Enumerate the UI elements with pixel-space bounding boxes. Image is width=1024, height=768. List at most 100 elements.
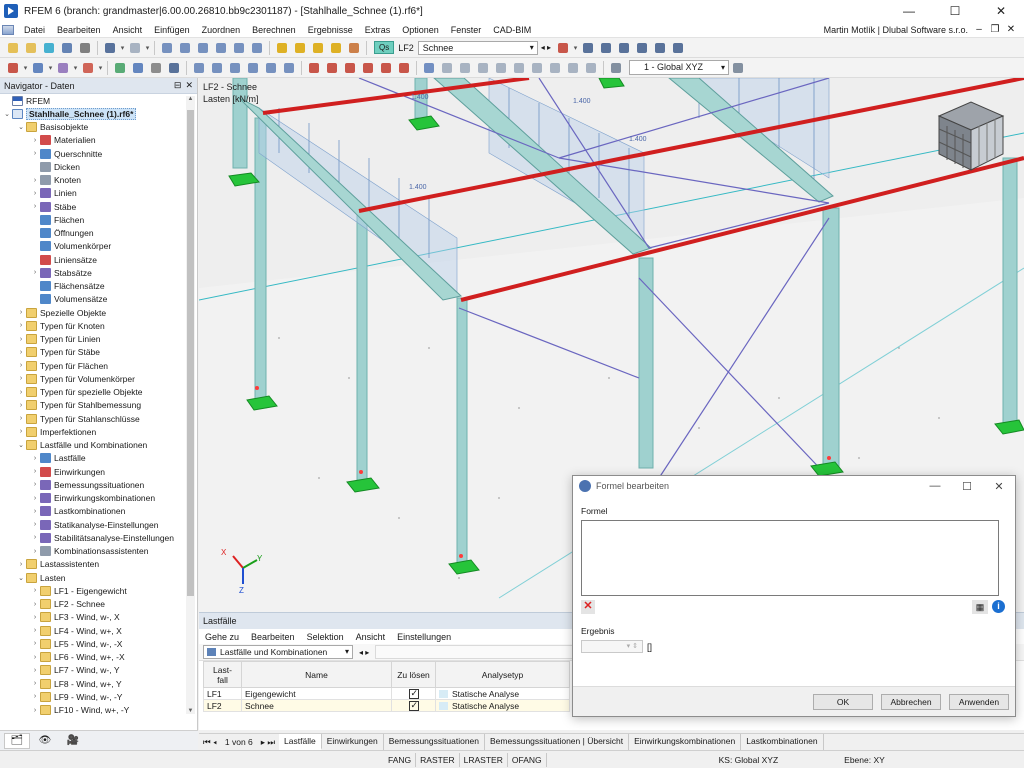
member-tool-icon[interactable] xyxy=(55,60,71,76)
expand-chevron-icon[interactable]: › xyxy=(30,627,40,634)
show-hide-icon[interactable] xyxy=(616,40,632,56)
expand-chevron-icon[interactable]: › xyxy=(30,693,40,700)
tree-item[interactable]: › Einwirkungen xyxy=(0,465,186,478)
expand-chevron-icon[interactable]: › xyxy=(30,508,40,515)
table-row[interactable]: LF2 Schnee Statische Analyse xyxy=(203,699,570,712)
extrude-tool-icon[interactable] xyxy=(281,60,297,76)
tree-item[interactable]: › LF4 - Wind, w+, X xyxy=(0,624,186,637)
render-solid-icon[interactable] xyxy=(547,60,563,76)
tree-item[interactable]: › Materialien xyxy=(0,134,186,147)
maximize-button[interactable]: ☐ xyxy=(932,0,978,22)
tab-bemessungssituationen[interactable]: Bemessungssituationen xyxy=(384,734,486,750)
panel-menu-einstellungen[interactable]: Einstellungen xyxy=(391,632,457,642)
navigator-close-button[interactable]: ✕ xyxy=(185,80,193,91)
rotate-tool-icon[interactable] xyxy=(209,60,225,76)
dialog-minimize-button[interactable]: — xyxy=(919,480,951,493)
expand-chevron-icon[interactable]: › xyxy=(16,402,26,409)
close-button[interactable]: ✕ xyxy=(978,0,1024,22)
report-icon[interactable] xyxy=(346,40,362,56)
grid-icon[interactable] xyxy=(730,60,746,76)
menu-ergebnisse[interactable]: Ergebnisse xyxy=(302,25,359,35)
view-xxx-icon[interactable] xyxy=(634,40,650,56)
table-tool-icon[interactable] xyxy=(166,60,182,76)
coordinate-system-select[interactable]: 1 - Global XYZ xyxy=(629,60,729,75)
menu-fenster[interactable]: Fenster xyxy=(445,25,488,35)
calculate-icon[interactable] xyxy=(274,40,290,56)
tree-item[interactable]: ⌄ Stahlhalle_Schnee (1).rf6* xyxy=(0,107,186,120)
expand-chevron-icon[interactable]: › xyxy=(30,534,40,541)
expand-chevron-icon[interactable]: ⌄ xyxy=(16,123,26,131)
tree-item[interactable]: › Typen für Linien xyxy=(0,333,186,346)
tree-item[interactable]: › Imperfektionen xyxy=(0,425,186,438)
tree-item[interactable]: › Knoten xyxy=(0,174,186,187)
tree-item[interactable]: › LF7 - Wind, w-, Y xyxy=(0,664,186,677)
load-solid-icon[interactable] xyxy=(378,60,394,76)
mirror-tool-icon[interactable] xyxy=(227,60,243,76)
tree-item[interactable]: › LF1 - Eigengewicht xyxy=(0,584,186,597)
window-layout-1-icon[interactable] xyxy=(159,40,175,56)
ok-button[interactable]: OK xyxy=(813,693,873,710)
cell-solve[interactable] xyxy=(391,687,436,700)
navigator-display-tab-icon[interactable]: 👁 xyxy=(32,733,58,749)
project-tool-icon[interactable] xyxy=(263,60,279,76)
mdi-close-button[interactable]: ✕ xyxy=(1004,24,1018,35)
menu-einfuegen[interactable]: Einfügen xyxy=(148,25,196,35)
tree-item[interactable]: › Einwirkungskombinationen xyxy=(0,492,186,505)
node-tool-icon[interactable] xyxy=(5,60,21,76)
panel-category-select[interactable]: Lastfälle und Kombinationen xyxy=(203,645,353,659)
tree-item[interactable]: › Lastkombinationen xyxy=(0,505,186,518)
expand-chevron-icon[interactable]: › xyxy=(16,362,26,369)
col-lastfall[interactable]: Last- fall xyxy=(203,661,242,688)
expand-chevron-icon[interactable]: › xyxy=(16,375,26,382)
mdi-restore-button[interactable]: ❐ xyxy=(988,24,1002,35)
tree-item[interactable]: › LF9 - Wind, w-, -Y xyxy=(0,690,186,703)
expand-chevron-icon[interactable]: › xyxy=(16,336,26,343)
menu-zuordnen[interactable]: Zuordnen xyxy=(196,25,247,35)
formula-editor-icon[interactable]: ▦ xyxy=(972,600,988,614)
measure-icon[interactable] xyxy=(608,60,624,76)
expand-chevron-icon[interactable]: › xyxy=(30,150,40,157)
panel-menu-gehe-zu[interactable]: Gehe zu xyxy=(199,632,245,642)
tree-item[interactable]: › Querschnitte xyxy=(0,147,186,160)
tree-item[interactable]: Volumensätze xyxy=(0,293,186,306)
dialog-close-button[interactable]: ✕ xyxy=(983,480,1015,493)
panel-nav-arrows[interactable]: ◂ ▸ xyxy=(353,648,369,657)
table-row[interactable]: LF1 Eigengewicht Statische Analyse xyxy=(203,687,570,700)
result-values-icon[interactable] xyxy=(652,40,668,56)
window-layout-6-icon[interactable] xyxy=(249,40,265,56)
load-line-icon[interactable] xyxy=(342,60,358,76)
tree-item[interactable]: › LF6 - Wind, w+, -X xyxy=(0,651,186,664)
expand-chevron-icon[interactable]: › xyxy=(30,468,40,475)
expand-chevron-icon[interactable]: › xyxy=(30,137,40,144)
undo-icon[interactable] xyxy=(102,40,118,56)
menu-cad-bim[interactable]: CAD-BIM xyxy=(487,25,537,35)
tree-item[interactable]: › Bemessungssituationen xyxy=(0,478,186,491)
line-tool-icon[interactable] xyxy=(30,60,46,76)
tree-item[interactable]: › LF5 - Wind, w-, -X xyxy=(0,637,186,650)
expand-chevron-icon[interactable]: › xyxy=(30,481,40,488)
loadcase-select[interactable]: Schnee xyxy=(417,40,538,55)
open-file-icon[interactable] xyxy=(23,40,39,56)
tree-item[interactable]: ⌄ Basisobjekte xyxy=(0,121,186,134)
load-imposed-icon[interactable] xyxy=(396,60,412,76)
expand-chevron-icon[interactable]: › xyxy=(30,601,40,608)
expand-chevron-icon[interactable]: ⌄ xyxy=(2,110,12,118)
minimize-button[interactable]: — xyxy=(886,0,932,22)
menu-datei[interactable]: Datei xyxy=(18,25,51,35)
line-grid-toggle[interactable]: LRASTER xyxy=(460,752,508,767)
tree-item[interactable]: › Statikanalyse-Einstellungen xyxy=(0,518,186,531)
tree-item[interactable]: › Kombinationsassistenten xyxy=(0,545,186,558)
support-tool-icon[interactable] xyxy=(80,60,96,76)
tree-item[interactable]: ⌄ Lasten xyxy=(0,571,186,584)
col-analysetyp[interactable]: Analysetyp xyxy=(435,661,570,688)
tree-item[interactable]: RFEM xyxy=(0,94,186,107)
tree-item[interactable]: › Linien xyxy=(0,187,186,200)
col-zu-loesen[interactable]: Zu lösen xyxy=(391,661,436,688)
redo-icon[interactable] xyxy=(127,40,143,56)
expand-chevron-icon[interactable]: › xyxy=(16,428,26,435)
view-front-icon[interactable] xyxy=(439,60,455,76)
delete-formula-icon[interactable]: ✕ xyxy=(581,600,595,614)
expand-chevron-icon[interactable]: › xyxy=(16,309,26,316)
dlubal-center-icon[interactable] xyxy=(41,40,57,56)
mdi-minimize-button[interactable]: – xyxy=(972,24,986,35)
